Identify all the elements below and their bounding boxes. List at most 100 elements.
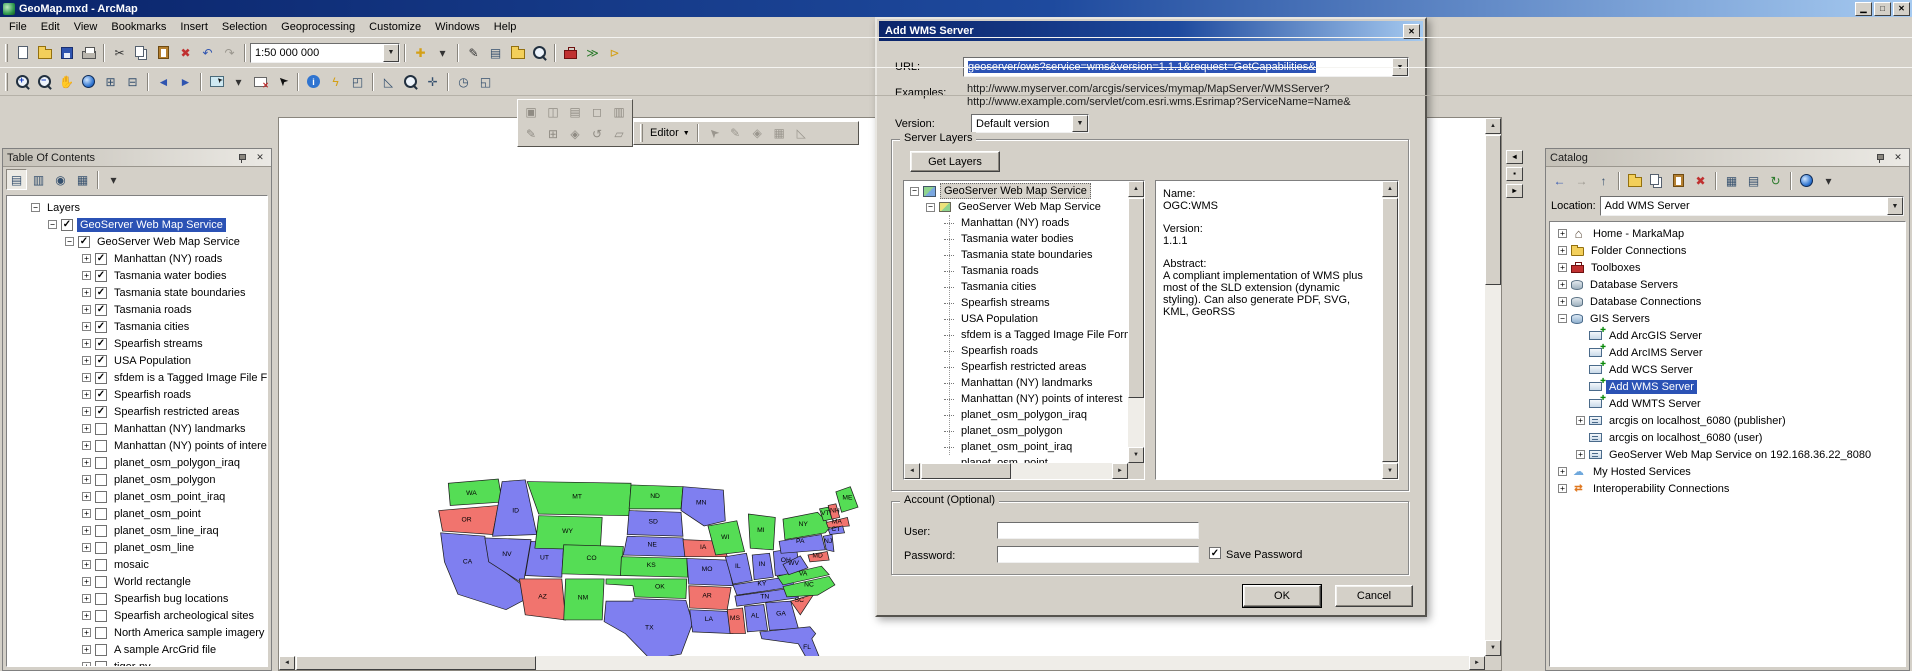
hyperlink-icon[interactable]: ϟ [325, 71, 346, 92]
dialog-tree-item-label[interactable]: Tasmania roads [958, 264, 1042, 278]
dialog-tree-item[interactable]: Tasmania state boundaries [904, 247, 1128, 263]
expand-icon[interactable]: + [82, 254, 91, 263]
list-by-visibility-icon[interactable]: ◉ [50, 169, 71, 190]
expand-icon[interactable]: + [82, 543, 91, 552]
layer-visibility-checkbox[interactable]: ✓ [61, 219, 73, 231]
toc-row[interactable]: +Manhattan (NY) landmarks [7, 420, 267, 437]
save-password-checkbox[interactable]: ✓ [1209, 547, 1221, 559]
layer-visibility-checkbox[interactable]: ✓ [95, 406, 107, 418]
up-one-level-icon[interactable]: ↑ [1593, 170, 1614, 191]
collapse-icon[interactable]: − [48, 220, 57, 229]
dialog-tree-item-label[interactable]: Spearfish streams [958, 296, 1053, 310]
layer-label[interactable]: North America sample imagery [111, 626, 267, 640]
catalog-forward-icon[interactable]: → [1571, 170, 1592, 191]
dock-tab-icon[interactable]: ▪ [1506, 167, 1523, 181]
layer-label[interactable]: planet_osm_point_iraq [111, 490, 228, 504]
layer-label[interactable]: mosaic [111, 558, 152, 572]
toc-row[interactable]: + North America sample imagery [7, 624, 267, 641]
toc-row[interactable]: + World rectangle [7, 573, 267, 590]
pin-icon[interactable] [234, 151, 248, 164]
catalog-window-icon[interactable] [507, 42, 528, 63]
find-icon[interactable] [400, 71, 421, 92]
scroll-down-icon[interactable]: ▼ [1485, 640, 1501, 656]
scale-combobox[interactable]: 1:50 000 000 ▼ [250, 43, 400, 63]
layer-label[interactable]: planet_osm_polygon_iraq [111, 456, 243, 470]
dialog-tree-item[interactable]: Manhattan (NY) roads [904, 215, 1128, 231]
dialog-tree-item-label[interactable]: USA Population [958, 312, 1041, 326]
layer-visibility-checkbox[interactable]: ✓ [95, 270, 107, 282]
dialog-tree-item-label[interactable]: Tasmania water bodies [958, 232, 1077, 246]
dialog-tree-item[interactable]: USA Population [904, 311, 1128, 327]
toc-row[interactable]: −✓GeoServer Web Map Service [7, 233, 267, 250]
menu-file[interactable]: File [2, 18, 34, 36]
layer-label[interactable]: planet_osm_point [111, 507, 204, 521]
layer-label[interactable]: World rectangle [111, 575, 194, 589]
expand-icon[interactable]: + [1558, 467, 1567, 476]
redo-icon[interactable]: ↷ [219, 42, 240, 63]
dialog-tree-root-label[interactable]: GeoServer Web Map Service [940, 183, 1091, 199]
layer-visibility-checkbox[interactable] [95, 457, 107, 469]
table-of-contents-window-icon[interactable]: ▤ [485, 42, 506, 63]
editor-split-tool-icon[interactable]: ◈ [747, 123, 768, 144]
layer-label[interactable]: Tasmania roads [111, 303, 195, 317]
dialog-tree-item[interactable]: Spearfish restricted areas [904, 359, 1128, 375]
catalog-item-label[interactable]: Database Connections [1587, 295, 1704, 309]
tree-horizontal-scrollbar[interactable]: ◄ ► [904, 463, 1128, 479]
catalog-row[interactable]: +GeoServer Web Map Service on 192.168.36… [1550, 446, 1905, 463]
toc-row[interactable]: +A sample ArcGrid file [7, 641, 267, 658]
layer-visibility-checkbox[interactable] [95, 474, 107, 486]
layer-label[interactable]: sfdem is a Tagged Image File Forma... [111, 371, 268, 385]
layer-label[interactable]: Spearfish roads [111, 388, 194, 402]
toc-row[interactable]: +Spearfish archeological sites [7, 607, 267, 624]
expand-icon[interactable]: + [82, 594, 91, 603]
dialog-tree-item-label[interactable]: Manhattan (NY) roads [958, 216, 1072, 230]
copy-icon[interactable] [131, 42, 152, 63]
location-dropdown-icon[interactable]: ▼ [1887, 197, 1903, 215]
layer-visibility-checkbox[interactable] [95, 559, 107, 571]
dialog-tree-item[interactable]: Manhattan (NY) landmarks [904, 375, 1128, 391]
new-document-icon[interactable] [12, 42, 33, 63]
layout-tool-2-icon[interactable]: ◫ [543, 102, 564, 123]
pin-icon[interactable] [1872, 151, 1886, 164]
scroll-down-icon[interactable]: ▼ [1382, 463, 1398, 479]
dialog-tree-item-label[interactable]: Manhattan (NY) points of interest [958, 392, 1125, 406]
dialog-tree-group-label[interactable]: GeoServer Web Map Service [955, 200, 1104, 214]
layer-visibility-checkbox[interactable] [95, 576, 107, 588]
catalog-row[interactable]: +⇄Interoperability Connections [1550, 480, 1905, 497]
expand-icon[interactable]: + [82, 271, 91, 280]
catalog-item-label[interactable]: Home - MarkaMap [1590, 227, 1687, 241]
dialog-tree-group-row[interactable]: −GeoServer Web Map Service [904, 199, 1128, 215]
expand-icon[interactable]: + [82, 577, 91, 586]
layer-label[interactable]: GeoServer Web Map Service [77, 218, 226, 232]
catalog-item-label[interactable]: Add ArcIMS Server [1606, 346, 1706, 360]
scroll-left-icon[interactable]: ◄ [279, 656, 295, 670]
layer-label[interactable]: Tasmania cities [111, 320, 192, 334]
menu-selection[interactable]: Selection [215, 18, 274, 36]
editor-edit-tool-icon[interactable]: ➤ [698, 118, 728, 148]
expand-icon[interactable]: + [82, 390, 91, 399]
layer-label[interactable]: tiger-ny [111, 660, 154, 668]
dialog-tree-item-label[interactable]: Spearfish roads [958, 344, 1041, 358]
layout-tool-5-icon[interactable]: ▥ [609, 102, 630, 123]
catalog-item-label[interactable]: Add WMS Server [1606, 380, 1697, 394]
expand-icon[interactable]: + [82, 628, 91, 637]
catalog-row[interactable]: Add WMTS Server [1550, 395, 1905, 412]
dialog-tree-item-label[interactable]: Spearfish restricted areas [958, 360, 1089, 374]
toc-row[interactable]: +✓Spearfish roads [7, 386, 267, 403]
scroll-up-icon[interactable]: ▲ [1485, 118, 1501, 134]
minimize-button[interactable]: ▁ [1855, 2, 1872, 16]
expand-icon[interactable]: + [82, 526, 91, 535]
layer-visibility-checkbox[interactable]: ✓ [95, 253, 107, 265]
full-extent-icon[interactable] [78, 71, 99, 92]
expand-icon[interactable]: + [82, 560, 91, 569]
dialog-tree-item-label[interactable]: planet_osm_polygon_iraq [958, 408, 1090, 422]
catalog-item-label[interactable]: Add WMTS Server [1606, 397, 1704, 411]
identify-icon[interactable]: i [303, 71, 324, 92]
catalog-delete-icon[interactable]: ✖ [1690, 170, 1711, 191]
layer-label[interactable]: Manhattan (NY) roads [111, 252, 225, 266]
catalog-paste-icon[interactable] [1668, 170, 1689, 191]
layer-label[interactable]: Manhattan (NY) points of interest [111, 439, 268, 453]
layer-visibility-checkbox[interactable] [95, 627, 107, 639]
menu-edit[interactable]: Edit [34, 18, 67, 36]
user-input[interactable] [997, 522, 1199, 539]
